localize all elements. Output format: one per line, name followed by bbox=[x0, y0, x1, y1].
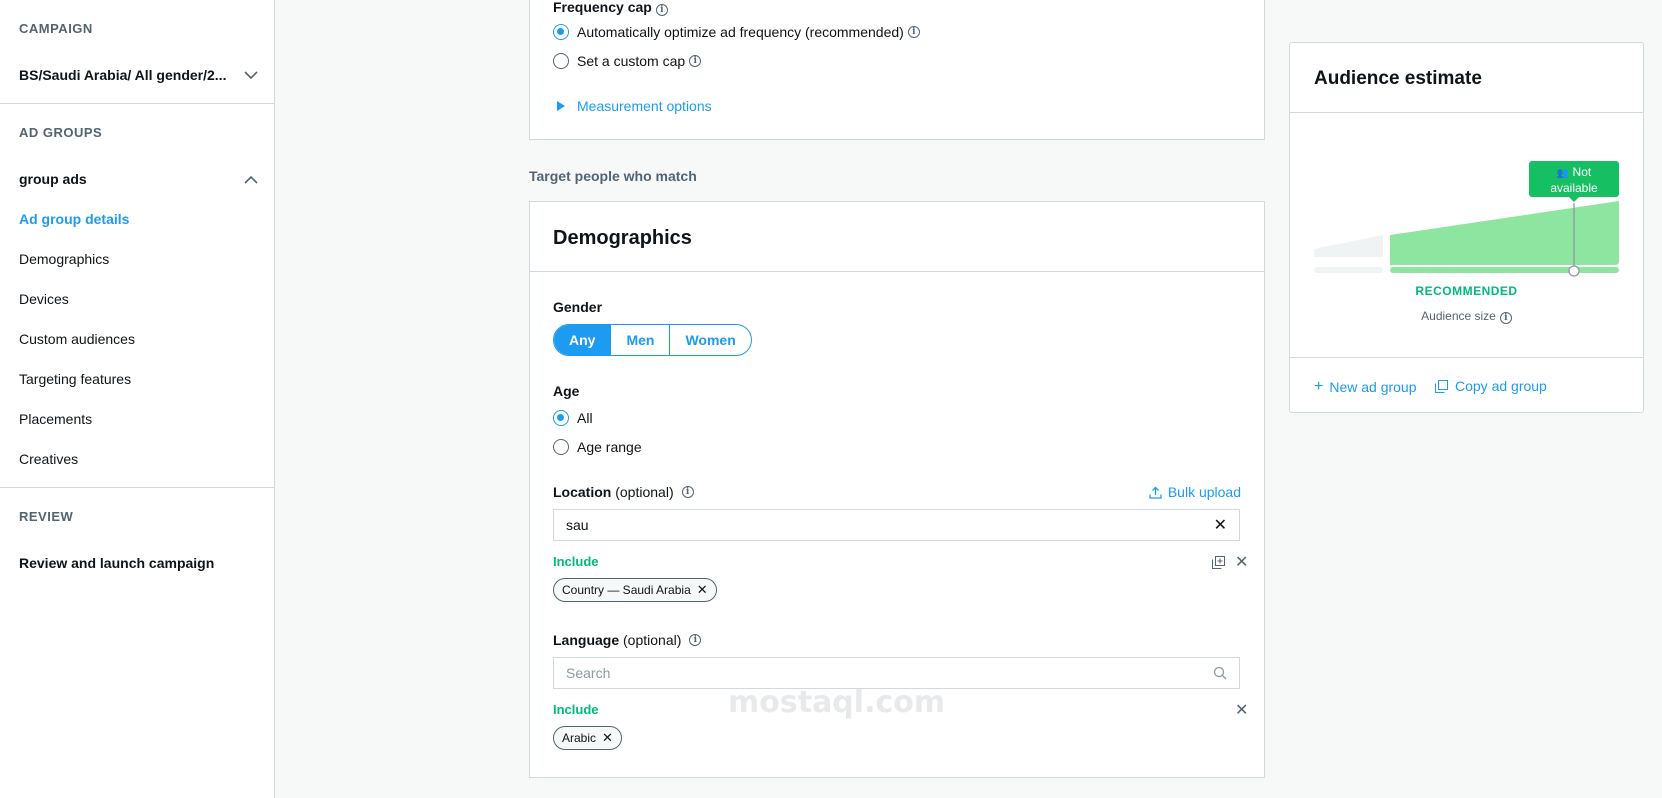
badge-line2: available bbox=[1550, 181, 1598, 195]
new-ad-group-button[interactable]: + New ad group bbox=[1314, 378, 1417, 396]
language-chip[interactable]: Arabic ✕ bbox=[553, 726, 622, 750]
location-include-label: Include bbox=[553, 554, 599, 569]
copy-icon[interactable] bbox=[1212, 556, 1225, 574]
frequency-title-text: Frequency cap bbox=[553, 0, 652, 15]
sidebar-item-custom-audiences[interactable]: Custom audiences bbox=[19, 331, 135, 347]
gender-label: Gender bbox=[553, 299, 603, 315]
sidebar-item-targeting-features[interactable]: Targeting features bbox=[19, 371, 131, 387]
gender-option-any[interactable]: Any bbox=[554, 325, 612, 355]
sidebar-item-review-launch[interactable]: Review and launch campaign bbox=[19, 555, 214, 571]
audience-size-text: Audience size bbox=[1421, 309, 1496, 323]
info-icon[interactable]: i bbox=[689, 55, 702, 67]
close-icon[interactable]: ✕ bbox=[697, 582, 708, 598]
info-icon[interactable]: i bbox=[689, 634, 702, 646]
recommended-label: RECOMMENDED bbox=[1415, 284, 1518, 298]
radio-unselected-icon[interactable] bbox=[553, 439, 569, 455]
remove-language-group-icon[interactable]: ✕ bbox=[1235, 700, 1248, 720]
frequency-card: Frequency cap i Automatically optimize ad… bbox=[529, 0, 1265, 140]
age-range-label: Age range bbox=[577, 439, 642, 455]
campaign-section-header: CAMPAIGN bbox=[19, 21, 93, 36]
language-label: Language (optional) i bbox=[553, 632, 702, 648]
bulk-upload-button[interactable]: Bulk upload bbox=[1149, 484, 1241, 500]
radio-selected-icon[interactable] bbox=[553, 410, 569, 426]
close-icon[interactable]: ✕ bbox=[602, 730, 613, 746]
campaign-name: BS/Saudi Arabia/ All gender/2... bbox=[19, 67, 227, 83]
people-icon: 👥 bbox=[1556, 168, 1570, 179]
radio-selected-icon[interactable] bbox=[553, 24, 569, 40]
gender-segmented-control: Any Men Women bbox=[553, 324, 752, 356]
age-range-radio[interactable]: Age range bbox=[553, 439, 642, 455]
plus-icon: + bbox=[1314, 378, 1324, 395]
info-icon[interactable]: i bbox=[1499, 312, 1512, 324]
sidebar-item-devices[interactable]: Devices bbox=[19, 291, 69, 307]
sidebar-divider bbox=[0, 103, 274, 104]
sidebar-item-ad-group-details[interactable]: Ad group details bbox=[19, 211, 129, 227]
caret-right-icon bbox=[557, 101, 565, 111]
frequency-custom-label: Set a custom cap bbox=[577, 53, 686, 69]
location-optional: (optional) bbox=[615, 484, 674, 500]
copy-ad-group-label: Copy ad group bbox=[1455, 378, 1547, 394]
upload-icon bbox=[1149, 486, 1162, 499]
location-label-text: Location bbox=[553, 484, 612, 500]
location-input[interactable]: ✕ bbox=[553, 509, 1240, 541]
badge-line1: Not bbox=[1572, 165, 1592, 179]
audience-badge: 👥 Not available bbox=[1529, 165, 1619, 196]
age-all-radio[interactable]: All bbox=[553, 410, 593, 426]
demographics-title: Demographics bbox=[553, 227, 692, 249]
location-chip-label: Country — Saudi Arabia bbox=[562, 583, 691, 597]
sidebar-item-demographics[interactable]: Demographics bbox=[19, 251, 109, 267]
card-divider bbox=[1290, 112, 1643, 113]
info-icon[interactable]: i bbox=[907, 26, 920, 38]
info-icon[interactable]: i bbox=[655, 4, 668, 16]
location-label: Location (optional) i bbox=[553, 484, 694, 500]
adgroup-selector[interactable]: group ads bbox=[19, 168, 262, 190]
sidebar-divider bbox=[0, 487, 274, 488]
language-optional: (optional) bbox=[623, 632, 682, 648]
gender-option-men[interactable]: Men bbox=[611, 325, 671, 355]
adgroups-section-header: AD GROUPS bbox=[19, 125, 103, 140]
remove-location-group-icon[interactable]: ✕ bbox=[1235, 552, 1248, 572]
frequency-custom-radio[interactable]: Set a custom cap i bbox=[553, 53, 702, 69]
card-divider bbox=[530, 271, 1264, 272]
copy-ad-group-button[interactable]: Copy ad group bbox=[1435, 378, 1547, 394]
card-divider bbox=[1290, 357, 1643, 358]
chevron-down-icon[interactable] bbox=[240, 64, 262, 86]
sidebar: CAMPAIGN BS/Saudi Arabia/ All gender/2..… bbox=[0, 0, 275, 798]
watermark: mostaql.com bbox=[728, 685, 946, 720]
clear-icon[interactable]: ✕ bbox=[1214, 515, 1227, 535]
frequency-auto-radio[interactable]: Automatically optimize ad frequency (rec… bbox=[553, 24, 920, 40]
audience-estimate-card: Audience estimate 👥 Not available RECOMM… bbox=[1289, 42, 1644, 413]
target-heading: Target people who match bbox=[529, 168, 697, 184]
frequency-auto-label: Automatically optimize ad frequency (rec… bbox=[577, 24, 904, 40]
audience-size-label: Audience size i bbox=[1290, 309, 1643, 324]
language-include-label: Include bbox=[553, 702, 599, 717]
search-icon bbox=[1213, 666, 1227, 680]
location-search-input[interactable] bbox=[566, 517, 1214, 533]
chevron-up-icon[interactable] bbox=[240, 168, 262, 190]
language-search-input[interactable] bbox=[566, 665, 1213, 681]
info-icon[interactable]: i bbox=[681, 486, 694, 498]
language-chip-label: Arabic bbox=[562, 731, 597, 745]
location-chip[interactable]: Country — Saudi Arabia ✕ bbox=[553, 578, 717, 602]
audience-title: Audience estimate bbox=[1314, 68, 1482, 89]
frequency-title: Frequency cap i bbox=[553, 0, 668, 16]
sidebar-item-placements[interactable]: Placements bbox=[19, 411, 92, 427]
new-ad-group-label: New ad group bbox=[1329, 379, 1417, 395]
measurement-options-link[interactable]: Measurement options bbox=[577, 98, 712, 114]
copy-icon bbox=[1435, 379, 1448, 393]
campaign-selector[interactable]: BS/Saudi Arabia/ All gender/2... bbox=[19, 64, 262, 86]
gender-option-women[interactable]: Women bbox=[670, 325, 750, 355]
age-all-label: All bbox=[577, 410, 593, 426]
language-label-text: Language bbox=[553, 632, 620, 648]
age-label: Age bbox=[553, 383, 580, 399]
review-section-header: REVIEW bbox=[19, 509, 74, 524]
adgroup-name: group ads bbox=[19, 171, 87, 187]
sidebar-item-creatives[interactable]: Creatives bbox=[19, 451, 78, 467]
measurement-options-toggle[interactable]: Measurement options bbox=[557, 98, 712, 114]
bulk-upload-label: Bulk upload bbox=[1167, 484, 1241, 500]
radio-unselected-icon[interactable] bbox=[553, 53, 569, 69]
